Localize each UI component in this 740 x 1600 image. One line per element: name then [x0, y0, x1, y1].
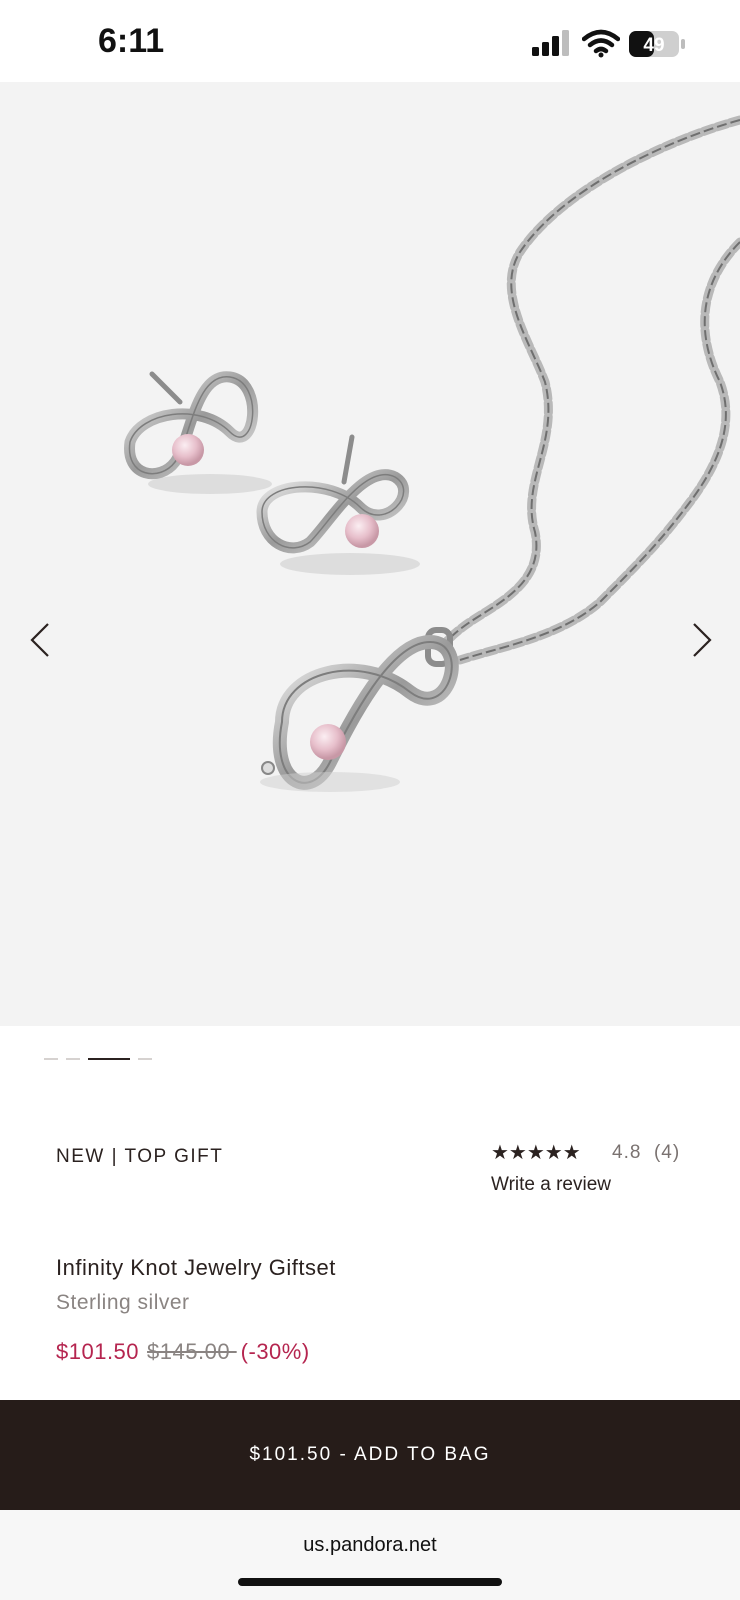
product-material: Sterling silver — [56, 1291, 190, 1314]
cellular-signal-icon — [532, 30, 569, 56]
status-bar: 6:11 49 — [0, 0, 740, 82]
product-image — [124, 115, 740, 792]
wifi-icon — [582, 29, 620, 58]
rating-value: 4.8 — [612, 1142, 642, 1163]
rating-summary: 4.8 (4) — [612, 1142, 680, 1164]
browser-url[interactable]: us.pandora.net — [0, 1534, 740, 1557]
discount-percent: (-30%) — [240, 1339, 310, 1364]
pager-dot[interactable] — [66, 1058, 80, 1060]
pager-dot-active[interactable] — [88, 1058, 130, 1060]
rating-stars: ★★★★★ — [491, 1142, 581, 1164]
add-to-bag-button[interactable]: $101.50 - ADD TO BAG — [0, 1400, 740, 1510]
product-badge: NEW | TOP GIFT — [56, 1146, 224, 1167]
next-image-button[interactable] — [680, 610, 720, 670]
status-time: 6:11 — [98, 22, 165, 60]
review-count: (4) — [653, 1142, 681, 1163]
home-indicator[interactable] — [238, 1578, 502, 1586]
pager-dot[interactable] — [44, 1058, 58, 1060]
product-title: Infinity Knot Jewelry Giftset — [56, 1255, 336, 1280]
chevron-right-icon — [693, 623, 712, 657]
chevron-left-icon — [30, 623, 49, 657]
original-price: $145.00 — [147, 1339, 237, 1364]
write-review-link[interactable]: Write a review — [491, 1174, 611, 1196]
previous-image-button[interactable] — [22, 610, 62, 670]
product-image-gallery[interactable] — [0, 82, 740, 1026]
price-block: $101.50 $145.00 (-30%) — [56, 1339, 310, 1365]
battery-icon: 49 — [629, 31, 685, 57]
gallery-pager[interactable] — [44, 1057, 152, 1061]
pager-dot[interactable] — [138, 1058, 152, 1060]
sale-price: $101.50 — [56, 1339, 140, 1364]
battery-level: 49 — [643, 35, 664, 56]
